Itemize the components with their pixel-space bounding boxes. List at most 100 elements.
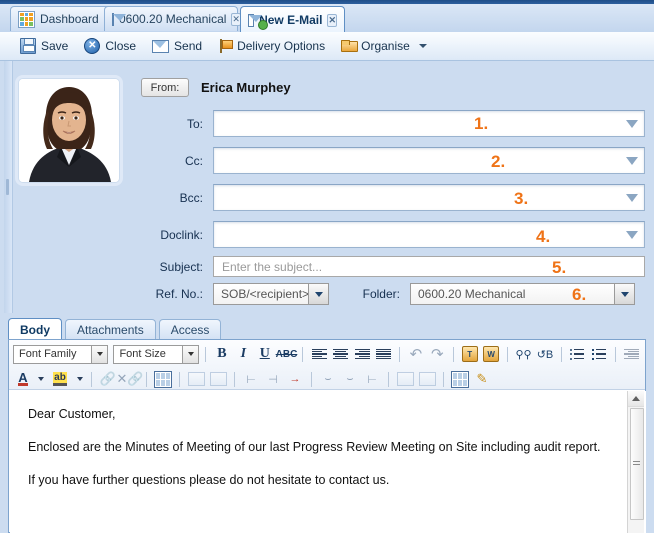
to-input[interactable] bbox=[213, 110, 645, 137]
doclink-input[interactable] bbox=[213, 221, 645, 248]
sender-portrait-photo bbox=[19, 79, 119, 182]
subject-placeholder: Enter the subject... bbox=[222, 259, 323, 274]
chevron-down-icon[interactable] bbox=[91, 345, 108, 363]
chevron-down-icon[interactable] bbox=[418, 44, 427, 48]
delivery-options-button[interactable]: Delivery Options bbox=[210, 35, 333, 57]
highlight-color-dropdown[interactable] bbox=[74, 370, 85, 389]
merge-cells-button[interactable] bbox=[395, 370, 415, 389]
font-size-select[interactable]: Font Size bbox=[113, 344, 200, 364]
strikethrough-button[interactable]: ABC bbox=[276, 345, 298, 364]
toolbar-separator bbox=[506, 346, 508, 362]
from-button[interactable]: From: bbox=[141, 78, 189, 97]
close-button-label: Close bbox=[105, 39, 137, 53]
cc-label: Cc: bbox=[185, 153, 203, 168]
close-button[interactable]: ✕ Close bbox=[76, 35, 144, 57]
chevron-down-icon[interactable] bbox=[614, 284, 634, 304]
find-replace-button[interactable]: ↺B bbox=[535, 345, 554, 364]
lookup-dropdown-icon[interactable] bbox=[626, 230, 638, 239]
ref-no-select[interactable]: SOB/<recipient> bbox=[213, 283, 329, 305]
table-properties-button[interactable] bbox=[208, 370, 228, 389]
ref-no-value: SOB/<recipient> bbox=[221, 287, 310, 301]
scroll-up-arrow-icon[interactable] bbox=[628, 391, 644, 407]
align-center-button[interactable] bbox=[331, 345, 350, 364]
scrollbar-thumb[interactable] bbox=[630, 408, 644, 520]
lookup-dropdown-icon[interactable] bbox=[626, 119, 638, 128]
field-row-bcc: Bcc: bbox=[141, 184, 645, 211]
align-justify-button[interactable] bbox=[374, 345, 393, 364]
undo-button[interactable]: ↶ bbox=[406, 345, 425, 364]
remove-link-button[interactable]: ✕🔗 bbox=[116, 370, 143, 389]
subject-input[interactable]: Enter the subject... bbox=[213, 256, 645, 277]
envelope-icon bbox=[112, 12, 126, 26]
text-color-button[interactable]: A bbox=[13, 370, 33, 389]
send-button[interactable]: Send bbox=[144, 35, 210, 57]
organise-button[interactable]: Organise bbox=[333, 35, 435, 57]
insert-column-after-button[interactable]: ⌣ bbox=[340, 370, 360, 389]
delete-column-button[interactable]: ⊢ bbox=[362, 370, 382, 389]
chevron-down-icon[interactable] bbox=[308, 284, 328, 304]
save-button[interactable]: Save bbox=[12, 35, 76, 57]
redo-button[interactable]: ↷ bbox=[428, 345, 447, 364]
delete-row-button[interactable]: → bbox=[285, 370, 305, 389]
field-row-subject: Subject: Enter the subject... bbox=[141, 256, 645, 277]
bullet-list-button[interactable] bbox=[568, 345, 587, 364]
chevron-down-icon[interactable] bbox=[182, 345, 199, 363]
insert-row-after-button[interactable]: ⊣ bbox=[263, 370, 283, 389]
tab-new-email[interactable]: New E-Mail ✕ bbox=[240, 6, 345, 33]
paste-from-word-button[interactable]: W bbox=[481, 345, 500, 364]
bcc-input[interactable] bbox=[213, 184, 645, 211]
edit-source-button[interactable] bbox=[153, 370, 173, 389]
font-family-select[interactable]: Font Family bbox=[13, 344, 109, 364]
annotation-6: 6. bbox=[572, 285, 587, 304]
text-color-dropdown[interactable] bbox=[35, 370, 46, 389]
body-vertical-scrollbar[interactable] bbox=[627, 391, 644, 533]
annotation-1: 1. bbox=[474, 114, 489, 133]
edit-template-button[interactable]: ✎ bbox=[472, 370, 492, 389]
insert-column-before-button[interactable]: ⌣ bbox=[318, 370, 338, 389]
envelope-new-icon bbox=[248, 13, 269, 30]
highlight-color-button[interactable]: ab bbox=[48, 370, 72, 389]
font-family-value: Font Family bbox=[19, 348, 77, 360]
tab-close-icon[interactable]: ✕ bbox=[327, 13, 337, 27]
align-left-button[interactable] bbox=[309, 345, 328, 364]
toolbar-separator bbox=[560, 346, 562, 362]
toolbar-separator bbox=[311, 371, 312, 387]
message-body-area[interactable]: Dear Customer, Enclosed are the Minutes … bbox=[10, 391, 646, 533]
annotation-2: 2. bbox=[491, 152, 506, 171]
page-properties-button[interactable] bbox=[450, 370, 470, 389]
tab-access[interactable]: Access bbox=[158, 319, 222, 340]
tab-dashboard[interactable]: Dashboard bbox=[10, 6, 118, 31]
underline-button[interactable]: U bbox=[255, 345, 274, 364]
splitter-grip[interactable] bbox=[6, 179, 9, 195]
folder-select[interactable]: 0600.20 Mechanical bbox=[410, 283, 635, 305]
insert-row-before-button[interactable]: ⊢ bbox=[241, 370, 261, 389]
outdent-button[interactable] bbox=[622, 345, 641, 364]
cc-input[interactable] bbox=[213, 147, 645, 174]
chevron-down-icon bbox=[76, 377, 83, 381]
bold-button[interactable]: B bbox=[212, 345, 231, 364]
insert-table-button[interactable] bbox=[186, 370, 206, 389]
find-button[interactable]: ⚲⚲ bbox=[514, 345, 533, 364]
annotation-4: 4. bbox=[536, 227, 551, 246]
clipboard-word-icon: W bbox=[483, 346, 500, 362]
subject-label: Subject: bbox=[159, 259, 203, 274]
tab-0600-20-mechanical[interactable]: 0600.20 Mechanical ✕ bbox=[104, 6, 241, 31]
tab-attachments[interactable]: Attachments bbox=[65, 319, 156, 340]
organise-button-label: Organise bbox=[361, 39, 410, 53]
align-right-button[interactable] bbox=[352, 345, 371, 364]
numbered-list-button[interactable] bbox=[589, 345, 608, 364]
panel-splitter[interactable] bbox=[4, 61, 13, 313]
tab-label: Access bbox=[170, 323, 210, 337]
close-circle-icon: ✕ bbox=[84, 38, 101, 54]
insert-link-button[interactable]: 🔗 bbox=[98, 370, 118, 389]
split-cells-button[interactable] bbox=[417, 370, 437, 389]
annotation-5: 5. bbox=[552, 258, 567, 277]
paste-as-text-button[interactable]: T bbox=[460, 345, 479, 364]
editor-toolbar-row-2: A ab 🔗 ✕🔗 ⊢ ⊣ → ⌣ ⌣ ⊢ ✎ bbox=[13, 368, 641, 390]
tab-body[interactable]: Body bbox=[8, 318, 62, 340]
lookup-dropdown-icon[interactable] bbox=[626, 193, 638, 202]
lookup-dropdown-icon[interactable] bbox=[626, 156, 638, 165]
from-sender-name: Erica Murphey bbox=[201, 80, 291, 95]
message-body-text[interactable]: Dear Customer, Enclosed are the Minutes … bbox=[10, 391, 646, 518]
italic-button[interactable]: I bbox=[234, 345, 253, 364]
